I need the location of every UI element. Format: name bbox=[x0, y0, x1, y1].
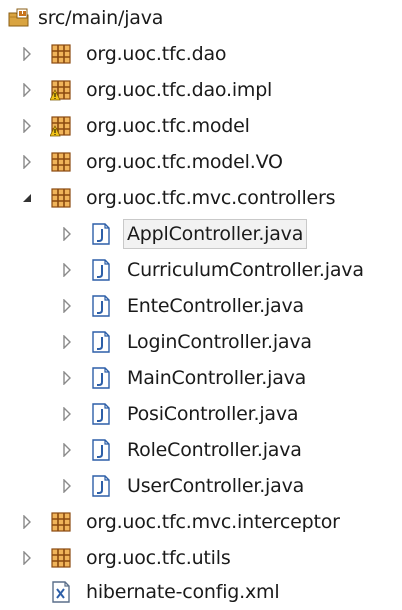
tree-item-label: hibernate-config.xml bbox=[86, 581, 280, 603]
tree-item-label: org.uoc.tfc.mvc.interceptor bbox=[86, 511, 340, 533]
tree-item-package[interactable]: org.uoc.tfc.mvc.interceptor bbox=[0, 504, 402, 540]
chevron-right-icon[interactable] bbox=[60, 335, 74, 349]
tree-item-package[interactable]: org.uoc.tfc.model bbox=[0, 108, 402, 144]
tree-item-label: LoginController.java bbox=[127, 331, 312, 353]
tree-item-source-folder[interactable]: src/main/java bbox=[0, 0, 402, 36]
chevron-right-icon[interactable] bbox=[60, 227, 74, 241]
tree-item-java-file[interactable]: EnteController.java bbox=[0, 288, 402, 324]
tree-item-package[interactable]: org.uoc.tfc.utils bbox=[0, 540, 402, 576]
tree-item-java-file[interactable]: CurriculumController.java bbox=[0, 252, 402, 288]
java-file-icon bbox=[90, 295, 112, 317]
package-warning-icon bbox=[50, 115, 72, 137]
tree-item-label: RoleController.java bbox=[127, 439, 302, 461]
chevron-down-icon[interactable] bbox=[20, 191, 34, 205]
tree-item-label: src/main/java bbox=[38, 7, 164, 29]
tree-item-label: org.uoc.tfc.model bbox=[86, 115, 250, 137]
tree-item-java-file[interactable]: UserController.java bbox=[0, 468, 402, 504]
tree-item-label: UserController.java bbox=[127, 475, 305, 497]
chevron-right-icon[interactable] bbox=[60, 263, 74, 277]
tree-item-xml-file[interactable]: hibernate-config.xml bbox=[0, 574, 402, 610]
tree-item-label: PosiController.java bbox=[127, 403, 299, 425]
project-explorer-tree: src/main/java org.uoc.tfc.dao org.uoc.tf… bbox=[0, 0, 402, 610]
java-file-icon bbox=[90, 367, 112, 389]
tree-item-package[interactable]: org.uoc.tfc.model.VO bbox=[0, 144, 402, 180]
tree-item-package-expanded[interactable]: org.uoc.tfc.mvc.controllers bbox=[0, 180, 402, 216]
tree-item-java-file[interactable]: ApplController.java bbox=[0, 216, 402, 252]
chevron-right-icon[interactable] bbox=[20, 47, 34, 61]
tree-item-package[interactable]: org.uoc.tfc.dao.impl bbox=[0, 72, 402, 108]
tree-item-package[interactable]: org.uoc.tfc.dao bbox=[0, 36, 402, 72]
source-folder-icon bbox=[8, 7, 30, 29]
package-icon bbox=[50, 187, 72, 209]
tree-item-label: CurriculumController.java bbox=[127, 259, 364, 281]
chevron-right-icon[interactable] bbox=[20, 83, 34, 97]
tree-item-label: EnteController.java bbox=[127, 295, 304, 317]
chevron-right-icon[interactable] bbox=[20, 119, 34, 133]
chevron-right-icon[interactable] bbox=[60, 371, 74, 385]
chevron-right-icon[interactable] bbox=[60, 299, 74, 313]
java-file-icon bbox=[90, 439, 112, 461]
chevron-right-icon[interactable] bbox=[60, 479, 74, 493]
package-icon bbox=[50, 511, 72, 533]
java-file-icon bbox=[90, 259, 112, 281]
tree-item-label: org.uoc.tfc.utils bbox=[86, 547, 231, 569]
chevron-right-icon[interactable] bbox=[20, 515, 34, 529]
tree-item-label: org.uoc.tfc.mvc.controllers bbox=[86, 187, 336, 209]
tree-item-java-file[interactable]: PosiController.java bbox=[0, 396, 402, 432]
tree-item-java-file[interactable]: RoleController.java bbox=[0, 432, 402, 468]
tree-item-java-file[interactable]: LoginController.java bbox=[0, 324, 402, 360]
java-file-icon bbox=[90, 475, 112, 497]
tree-item-java-file[interactable]: MainController.java bbox=[0, 360, 402, 396]
chevron-right-icon[interactable] bbox=[20, 155, 34, 169]
package-warning-icon bbox=[50, 79, 72, 101]
tree-item-label: org.uoc.tfc.dao.impl bbox=[86, 79, 273, 101]
tree-item-label: MainController.java bbox=[127, 367, 307, 389]
package-icon bbox=[50, 547, 72, 569]
xml-file-icon bbox=[50, 581, 72, 603]
chevron-right-icon[interactable] bbox=[60, 443, 74, 457]
chevron-right-icon[interactable] bbox=[20, 551, 34, 565]
tree-item-label: org.uoc.tfc.model.VO bbox=[86, 151, 283, 173]
java-file-icon bbox=[90, 223, 112, 245]
tree-item-label-selected: ApplController.java bbox=[122, 219, 308, 249]
chevron-right-icon[interactable] bbox=[60, 407, 74, 421]
tree-item-label: org.uoc.tfc.dao bbox=[86, 43, 227, 65]
package-icon bbox=[50, 43, 72, 65]
java-file-icon bbox=[90, 331, 112, 353]
package-icon bbox=[50, 151, 72, 173]
java-file-icon bbox=[90, 403, 112, 425]
